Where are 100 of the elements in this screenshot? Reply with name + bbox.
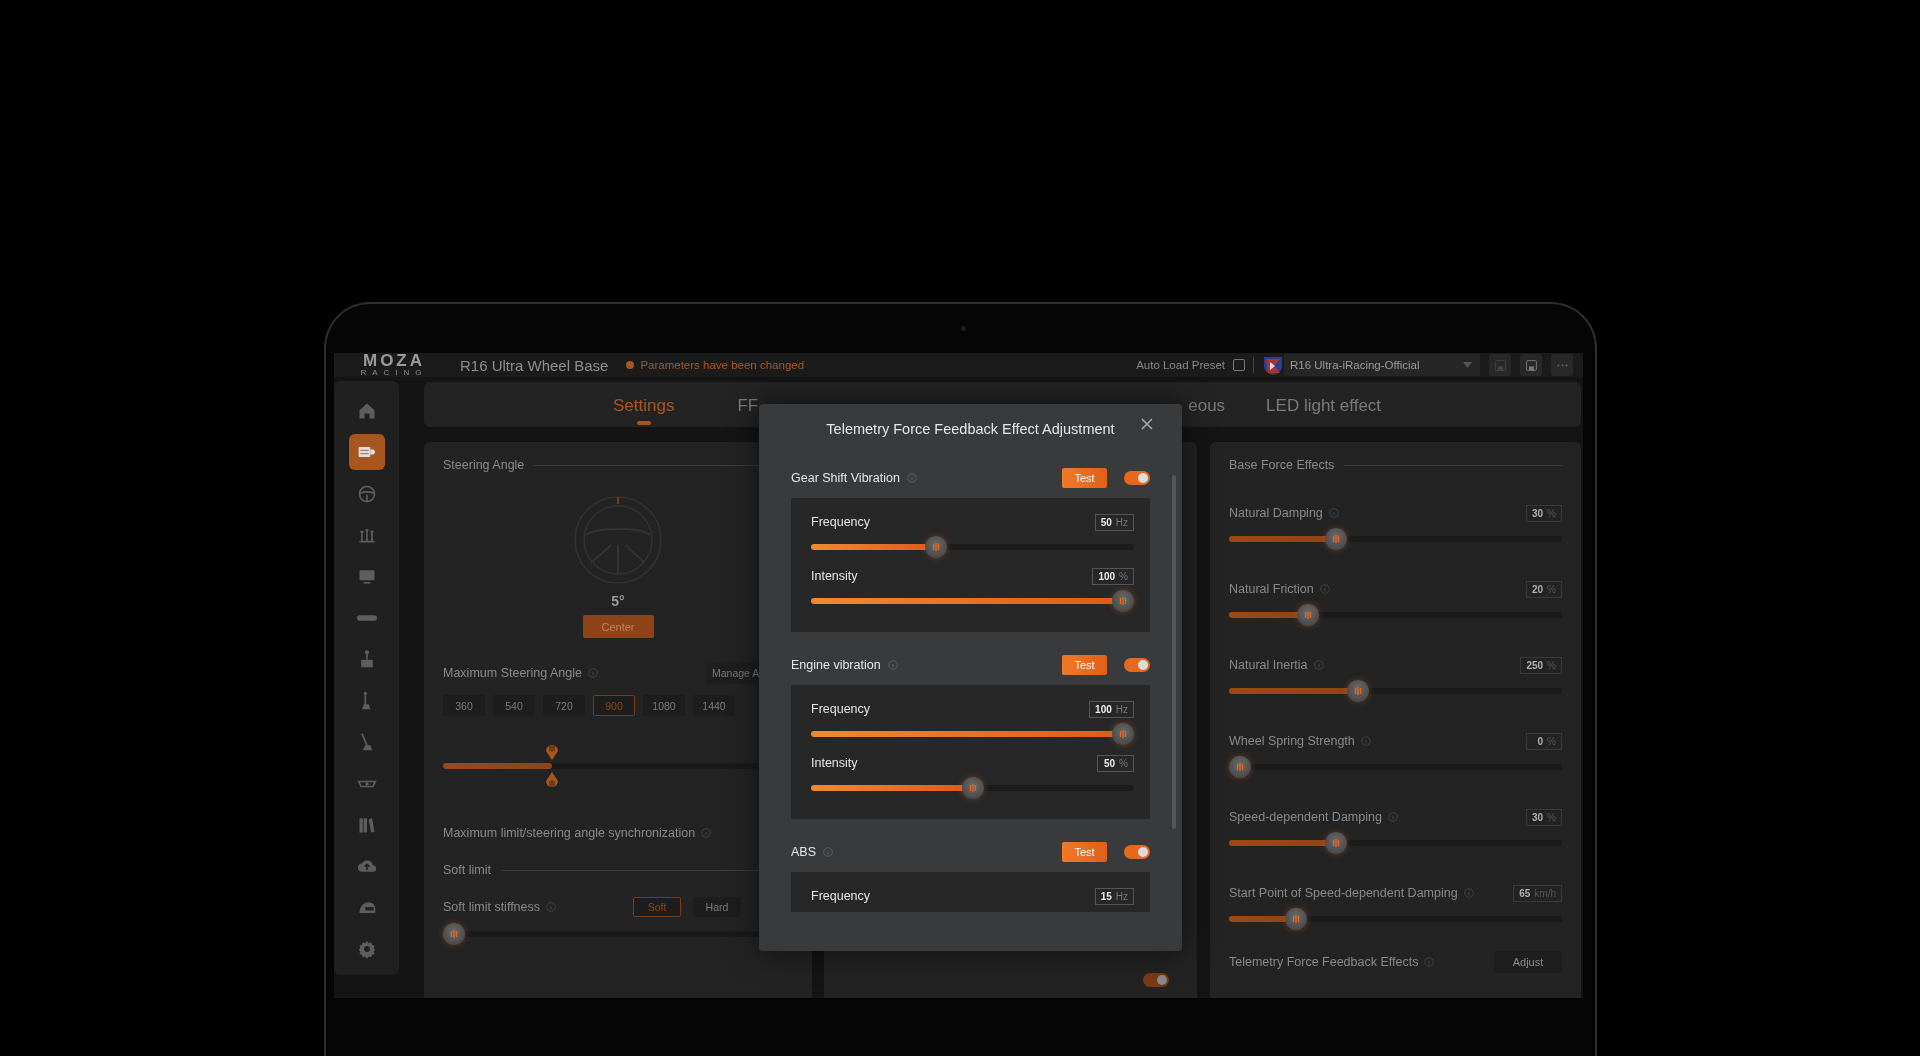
- logo-subtitle: RACING: [360, 368, 428, 377]
- field-label: Start Point of Speed-dependent Damping: [1229, 886, 1458, 900]
- angle-preset-button[interactable]: 1440: [693, 695, 735, 716]
- angle-preset-button[interactable]: 540: [493, 695, 535, 716]
- value-field[interactable]: 100 Hz: [1089, 700, 1134, 718]
- unit-label: %: [1547, 735, 1556, 747]
- angle-preset-button[interactable]: 360: [443, 695, 485, 716]
- adjust-button[interactable]: Adjust: [1494, 951, 1562, 973]
- field-label: Natural Inertia: [1229, 658, 1308, 672]
- test-button[interactable]: Test: [1062, 842, 1107, 862]
- save-as-button[interactable]: [1520, 354, 1542, 376]
- slider-handle[interactable]: [544, 772, 559, 790]
- value-text: 15: [1100, 890, 1112, 902]
- value-field[interactable]: 50 %: [1097, 754, 1134, 772]
- field-label: Soft limit stiffness: [443, 900, 541, 914]
- sidebar-button[interactable]: [348, 434, 385, 471]
- value-text: 20: [1531, 583, 1544, 595]
- save-button[interactable]: [1489, 354, 1511, 376]
- option-button[interactable]: Soft: [633, 897, 681, 917]
- unit-label: %: [1547, 507, 1556, 519]
- value-field[interactable]: 30 %: [1525, 504, 1562, 522]
- close-icon[interactable]: [1140, 417, 1154, 431]
- unit-label: %: [1547, 583, 1556, 595]
- dialog-title: Telemetry Force Feedback Effect Adjustment: [826, 421, 1115, 437]
- slider-thumb[interactable]: [1297, 604, 1320, 626]
- field-label: Natural Friction: [1229, 582, 1314, 596]
- save-icon: [1493, 358, 1507, 372]
- slider-thumb[interactable]: [925, 536, 948, 558]
- value-field[interactable]: 15 Hz: [1094, 887, 1134, 905]
- slider[interactable]: [1229, 527, 1562, 551]
- camera-dot: [960, 326, 966, 331]
- value-text: 30: [1531, 507, 1544, 519]
- steering-wheel-icon: [356, 483, 377, 504]
- value-text: 50: [1103, 757, 1116, 769]
- param-label: Frequency: [811, 889, 871, 903]
- info-icon: [1387, 812, 1398, 822]
- more-button[interactable]: [1551, 354, 1573, 376]
- preset-dropdown[interactable]: R16 Ultra-iRacing-Official: [1284, 354, 1480, 376]
- slider-thumb[interactable]: [443, 923, 465, 945]
- option-button[interactable]: Hard: [693, 897, 741, 917]
- slider-thumb[interactable]: [1229, 756, 1251, 778]
- value-field[interactable]: 50 Hz: [1094, 513, 1134, 531]
- tab[interactable]: eous: [1188, 395, 1226, 425]
- effect-name: ABS: [791, 845, 816, 859]
- value-field[interactable]: 20 %: [1525, 580, 1562, 598]
- slider-thumb[interactable]: [1112, 590, 1134, 612]
- slider-thumb[interactable]: [1325, 528, 1348, 550]
- info-icon: [1360, 736, 1371, 746]
- angle-preset-button[interactable]: 720: [543, 695, 585, 716]
- value-field[interactable]: 0 %: [1526, 732, 1562, 750]
- tab[interactable]: LED light effect: [1266, 395, 1382, 425]
- device-name: R16 Ultra Wheel Base: [460, 356, 609, 374]
- slider[interactable]: [1229, 755, 1562, 779]
- value-text: 250: [1526, 659, 1544, 671]
- tab[interactable]: FF: [737, 395, 759, 425]
- toggle-switch[interactable]: [1124, 658, 1150, 672]
- value-text: 50: [1100, 516, 1112, 528]
- test-button[interactable]: Test: [1062, 468, 1107, 488]
- info-icon: [1424, 957, 1435, 967]
- field-label: Natural Damping: [1229, 506, 1323, 520]
- status-dot: [626, 361, 635, 369]
- test-button[interactable]: Test: [1062, 655, 1107, 675]
- slider-thumb[interactable]: [961, 777, 984, 799]
- field-label: Telemetry Force Feedback Effects: [1229, 955, 1419, 969]
- toggle-switch[interactable]: [1124, 845, 1150, 859]
- toggle-switch[interactable]: [1143, 973, 1169, 987]
- slider[interactable]: [811, 589, 1134, 613]
- angle-preset-button[interactable]: 1080: [643, 695, 685, 716]
- info-icon: [1313, 660, 1324, 670]
- center-button[interactable]: Center: [582, 615, 654, 638]
- slider-thumb[interactable]: [1112, 723, 1134, 745]
- section-title: Soft limit: [443, 863, 491, 877]
- section-title: Steering Angle: [443, 458, 525, 472]
- slider[interactable]: [1229, 907, 1562, 931]
- param-label: Frequency: [811, 515, 871, 529]
- value-field[interactable]: 250 %: [1520, 656, 1562, 674]
- param-label: Intensity: [811, 569, 858, 583]
- checkbox[interactable]: [1233, 359, 1245, 371]
- toggle-switch[interactable]: [1124, 471, 1150, 485]
- tab[interactable]: Settings: [613, 395, 675, 425]
- status-text: Parameters have been changed: [640, 359, 805, 371]
- field-label: Speed-dependent Damping: [1229, 810, 1382, 824]
- slider[interactable]: [1229, 603, 1562, 627]
- slider-thumb[interactable]: [1325, 832, 1348, 854]
- value-text: 30: [1531, 811, 1544, 823]
- value-field[interactable]: 100 %: [1092, 567, 1134, 585]
- slider-thumb[interactable]: [1347, 680, 1370, 702]
- slider[interactable]: [811, 535, 1134, 559]
- value-field[interactable]: 30 %: [1525, 808, 1562, 826]
- slider-handle[interactable]: [544, 742, 559, 760]
- angle-preset-button[interactable]: 900: [593, 695, 635, 716]
- unit-label: Hz: [1115, 516, 1128, 528]
- slider[interactable]: [811, 776, 1134, 800]
- slider[interactable]: [1229, 679, 1562, 703]
- slider-thumb[interactable]: [1284, 908, 1307, 930]
- unit-label: %: [1119, 757, 1128, 769]
- unit-label: %: [1547, 659, 1556, 671]
- slider[interactable]: [811, 722, 1134, 746]
- effect-name: Engine vibration: [791, 658, 881, 672]
- slider[interactable]: [1229, 831, 1562, 855]
